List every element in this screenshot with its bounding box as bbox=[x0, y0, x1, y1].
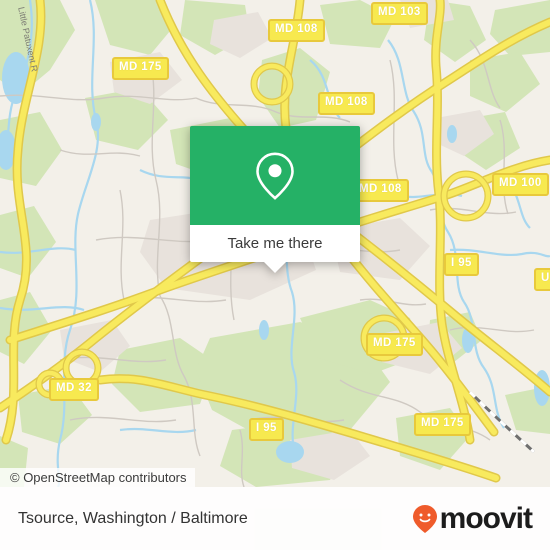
road-shield-md-103[interactable]: MD 103 bbox=[371, 2, 428, 25]
location-title: Tsource, Washington / Baltimore bbox=[18, 509, 248, 527]
callout-icon-area bbox=[190, 126, 360, 225]
road-shield-md-100[interactable]: MD 100 bbox=[492, 173, 549, 196]
road-shield-us-partial[interactable]: US bbox=[534, 268, 550, 291]
road-shield-md-175-northwest[interactable]: MD 175 bbox=[112, 57, 169, 80]
road-shield-md-32[interactable]: MD 32 bbox=[49, 378, 99, 401]
road-shield-md-108-east[interactable]: MD 108 bbox=[352, 179, 409, 202]
osm-attribution[interactable]: © OpenStreetMap contributors bbox=[0, 468, 195, 487]
location-callout-card[interactable]: Take me there bbox=[190, 126, 360, 273]
callout-tail bbox=[264, 262, 286, 273]
moovit-map-screenshot: Little Patuxent R MD 103 MD 108 MD 175 M… bbox=[0, 0, 550, 550]
take-me-there-button[interactable]: Take me there bbox=[190, 225, 360, 262]
road-shield-i-95-east[interactable]: I 95 bbox=[444, 253, 479, 276]
moovit-logo[interactable]: moovit bbox=[412, 501, 533, 535]
road-shield-i-95-south[interactable]: I 95 bbox=[249, 418, 284, 441]
map-pin-icon bbox=[256, 152, 294, 200]
road-shield-md-108-north[interactable]: MD 108 bbox=[268, 19, 325, 42]
footer-bar: Tsource, Washington / Baltimore moovit bbox=[0, 487, 550, 550]
road-shield-md-108-center[interactable]: MD 108 bbox=[318, 92, 375, 115]
map-canvas[interactable]: Little Patuxent R MD 103 MD 108 MD 175 M… bbox=[0, 0, 550, 487]
moovit-smiley-pin-icon bbox=[412, 504, 437, 533]
road-shield-md-175-south[interactable]: MD 175 bbox=[414, 413, 471, 436]
road-shield-md-175-center[interactable]: MD 175 bbox=[366, 333, 423, 356]
moovit-wordmark: moovit bbox=[439, 501, 533, 535]
take-me-there-label: Take me there bbox=[227, 235, 323, 252]
